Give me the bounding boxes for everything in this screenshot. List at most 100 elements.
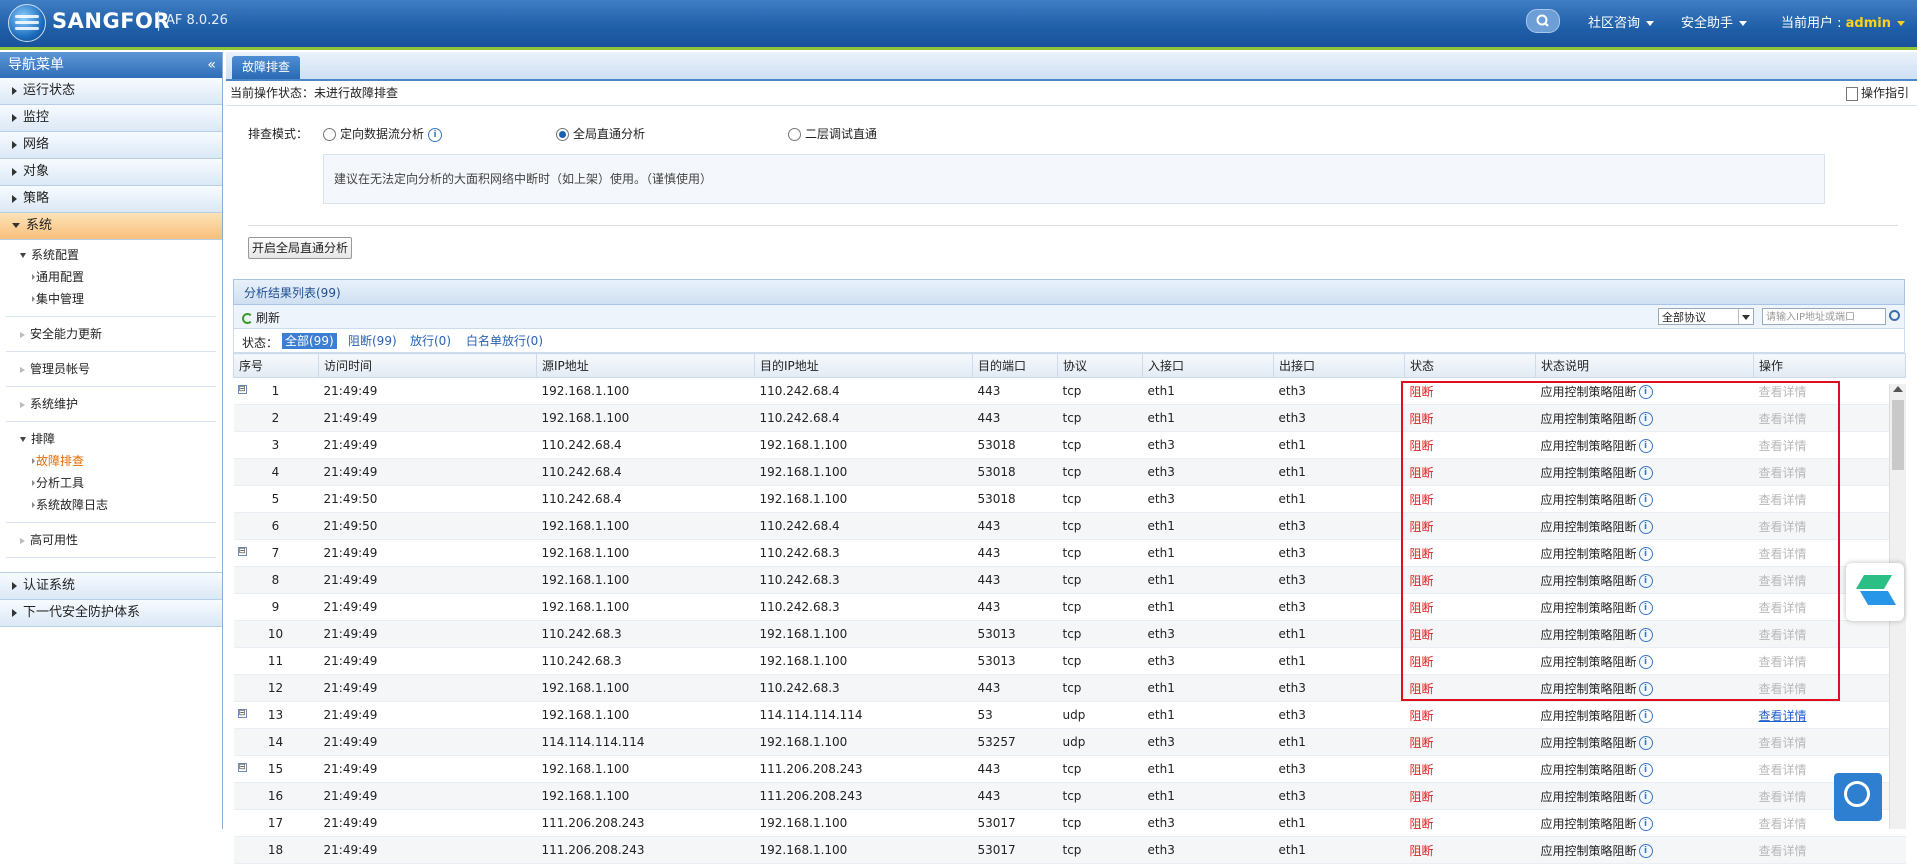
column-header[interactable]: 状态 xyxy=(1404,353,1536,378)
table-row[interactable]: 16 21:49:49 192.168.1.100 111.206.208.243 44… xyxy=(233,782,1906,810)
collapse-group-icon[interactable]: ⊟ xyxy=(237,709,247,718)
table-row[interactable]: ⊟ 15 21:49:49 192.168.1.100 111.206.208.243 4… xyxy=(233,755,1906,783)
column-header[interactable]: 入接口 xyxy=(1142,353,1274,378)
global-search-button[interactable] xyxy=(1526,9,1560,33)
cell-op[interactable]: 查看详情 xyxy=(1753,647,1906,675)
sidebar-sub-system-config[interactable]: 系统配置 xyxy=(0,244,222,266)
info-icon[interactable]: i xyxy=(1638,574,1653,588)
scrollbar-thumb[interactable] xyxy=(1892,400,1904,470)
filter-allowed[interactable]: 放行(0) xyxy=(407,333,454,349)
sidebar-item-ngaf-defense[interactable]: 下一代安全防护体系 xyxy=(0,600,222,627)
column-header[interactable]: 状态说明 xyxy=(1535,353,1754,378)
info-icon[interactable]: i xyxy=(1638,493,1653,507)
sidebar-item-system[interactable]: 系统 xyxy=(0,213,222,240)
table-row[interactable]: 4 21:49:49 110.242.68.4 192.168.1.100 53018 t… xyxy=(233,458,1906,486)
table-row[interactable]: 14 21:49:49 114.114.114.114 192.168.1.100 53… xyxy=(233,728,1906,756)
table-row[interactable]: 6 21:49:50 192.168.1.100 110.242.68.4 443 tcp… xyxy=(233,512,1906,540)
table-row[interactable]: 11 21:49:49 110.242.68.3 192.168.1.100 53013… xyxy=(233,647,1906,675)
column-header[interactable]: 访问时间 xyxy=(318,353,537,378)
column-header[interactable]: 目的端口 xyxy=(972,353,1058,378)
cell-op[interactable]: 查看详情 xyxy=(1753,755,1906,783)
sidebar-sub-security-update[interactable]: 安全能力更新 xyxy=(0,323,222,345)
cell-op[interactable]: 查看详情 xyxy=(1753,458,1906,486)
mode-radio-global-passthrough[interactable]: 全局直通分析 xyxy=(556,125,645,142)
sidebar-sub-troubleshoot[interactable]: 排障 xyxy=(0,428,222,450)
table-row[interactable]: 5 21:49:50 110.242.68.4 192.168.1.100 53018 t… xyxy=(233,485,1906,513)
info-icon[interactable]: i xyxy=(1638,682,1653,696)
sidebar-item-run-status[interactable]: 运行状态 xyxy=(0,78,222,105)
info-icon[interactable]: i xyxy=(1638,466,1653,480)
info-icon[interactable]: i xyxy=(1638,385,1653,399)
support-avatar-icon[interactable] xyxy=(1834,773,1882,821)
sidebar-sub-high-availability[interactable]: 高可用性 xyxy=(0,529,222,551)
collapse-group-icon[interactable]: ⊟ xyxy=(237,547,247,556)
table-row[interactable]: ⊟ 1 21:49:49 192.168.1.100 110.242.68.4 443 tc… xyxy=(233,377,1906,405)
table-row[interactable]: 8 21:49:49 192.168.1.100 110.242.68.3 443 tcp… xyxy=(233,566,1906,594)
scroll-up-icon[interactable] xyxy=(1893,386,1903,392)
table-row[interactable]: 3 21:49:49 110.242.68.4 192.168.1.100 53018 t… xyxy=(233,431,1906,459)
operation-guide-link[interactable]: 操作指引 xyxy=(1845,81,1909,105)
sidebar-item-policy[interactable]: 策略 xyxy=(0,186,222,213)
table-row[interactable]: 2 21:49:49 192.168.1.100 110.242.68.4 443 tcp… xyxy=(233,404,1906,432)
filter-blocked[interactable]: 阻断(99) xyxy=(345,333,400,349)
sidebar-item-network[interactable]: 网络 xyxy=(0,132,222,159)
info-icon[interactable]: i xyxy=(1638,844,1653,858)
table-row[interactable]: ⊟ 7 21:49:49 192.168.1.100 110.242.68.3 443 tc… xyxy=(233,539,1906,567)
info-icon[interactable]: i xyxy=(1638,547,1653,561)
refresh-button[interactable]: 刷新 xyxy=(242,309,280,326)
cell-op[interactable]: 查看详情 xyxy=(1753,674,1906,702)
floating-assistant-icon[interactable] xyxy=(1846,563,1904,621)
cell-op[interactable]: 查看详情 xyxy=(1753,377,1906,405)
collapse-group-icon[interactable]: ⊟ xyxy=(237,763,247,772)
cell-op[interactable]: 查看详情 xyxy=(1753,485,1906,513)
collapse-group-icon[interactable]: ⊟ xyxy=(237,385,247,394)
sidebar-sub-system-maintenance[interactable]: 系统维护 xyxy=(0,393,222,415)
cell-op[interactable]: 查看详情 xyxy=(1753,701,1906,729)
info-icon[interactable]: i xyxy=(1638,439,1653,453)
sidebar-subitem-analysis-tools[interactable]: 分析工具 xyxy=(0,472,222,494)
table-row[interactable]: 9 21:49:49 192.168.1.100 110.242.68.3 443 tcp… xyxy=(233,593,1906,621)
info-icon[interactable]: i xyxy=(1638,790,1653,804)
cell-op[interactable]: 查看详情 xyxy=(1753,431,1906,459)
start-global-analysis-button[interactable]: 开启全局直通分析 xyxy=(248,237,353,259)
info-icon[interactable]: i xyxy=(1638,655,1653,669)
sidebar-subitem-general-config[interactable]: 通用配置 xyxy=(0,266,222,288)
sidebar-subitem-fault-troubleshoot[interactable]: 故障排查 xyxy=(0,450,222,472)
filter-whitelist-allowed[interactable]: 白名单放行(0) xyxy=(463,333,546,349)
filter-all[interactable]: 全部(99) xyxy=(282,333,337,349)
cell-op[interactable]: 查看详情 xyxy=(1753,512,1906,540)
community-menu[interactable]: 社区咨询 xyxy=(1588,12,1655,31)
cell-op[interactable]: 查看详情 xyxy=(1753,620,1906,648)
column-header[interactable]: 操作 xyxy=(1753,353,1906,378)
column-header[interactable]: 目的IP地址 xyxy=(754,353,973,378)
search-icon[interactable] xyxy=(1886,308,1902,325)
info-icon[interactable]: i xyxy=(1638,520,1653,534)
table-row[interactable]: 10 21:49:49 110.242.68.3 192.168.1.100 53013… xyxy=(233,620,1906,648)
sidebar-item-objects[interactable]: 对象 xyxy=(0,159,222,186)
sidebar-item-monitor[interactable]: 监控 xyxy=(0,105,222,132)
column-header[interactable]: 出接口 xyxy=(1273,353,1405,378)
sidebar-sub-admin-account[interactable]: 管理员帐号 xyxy=(0,358,222,380)
cell-op[interactable]: 查看详情 xyxy=(1753,404,1906,432)
sidebar-subitem-system-fault-log[interactable]: 系统故障日志 xyxy=(0,494,222,516)
protocol-select[interactable]: 全部协议 xyxy=(1658,308,1754,325)
sidebar-item-auth-system[interactable]: 认证系统 xyxy=(0,572,222,600)
info-icon[interactable]: i xyxy=(428,127,443,142)
table-row[interactable]: ⊟ 13 21:49:49 192.168.1.100 114.114.114.114 5… xyxy=(233,701,1906,729)
column-header[interactable]: 序号 xyxy=(233,353,319,378)
security-assistant-menu[interactable]: 安全助手 xyxy=(1681,12,1748,31)
cell-op[interactable]: 查看详情 xyxy=(1753,809,1906,837)
column-header[interactable]: 协议 xyxy=(1057,353,1143,378)
info-icon[interactable]: i xyxy=(1638,709,1653,723)
table-row[interactable]: 18 21:49:49 111.206.208.243 192.168.1.100 53… xyxy=(233,836,1906,864)
user-menu[interactable]: 当前用户 : admin xyxy=(1781,12,1905,31)
info-icon[interactable]: i xyxy=(1638,763,1653,777)
table-row[interactable]: 17 21:49:49 111.206.208.243 192.168.1.100 53… xyxy=(233,809,1906,837)
mode-radio-directed-flow[interactable]: 定向数据流分析 i xyxy=(323,125,443,142)
info-icon[interactable]: i xyxy=(1638,601,1653,615)
info-icon[interactable]: i xyxy=(1638,412,1653,426)
cell-op[interactable]: 查看详情 xyxy=(1753,728,1906,756)
cell-op[interactable]: 查看详情 xyxy=(1753,836,1906,864)
sidebar-subitem-central-mgmt[interactable]: 集中管理 xyxy=(0,288,222,310)
collapse-sidebar-icon[interactable]: « xyxy=(207,52,216,78)
